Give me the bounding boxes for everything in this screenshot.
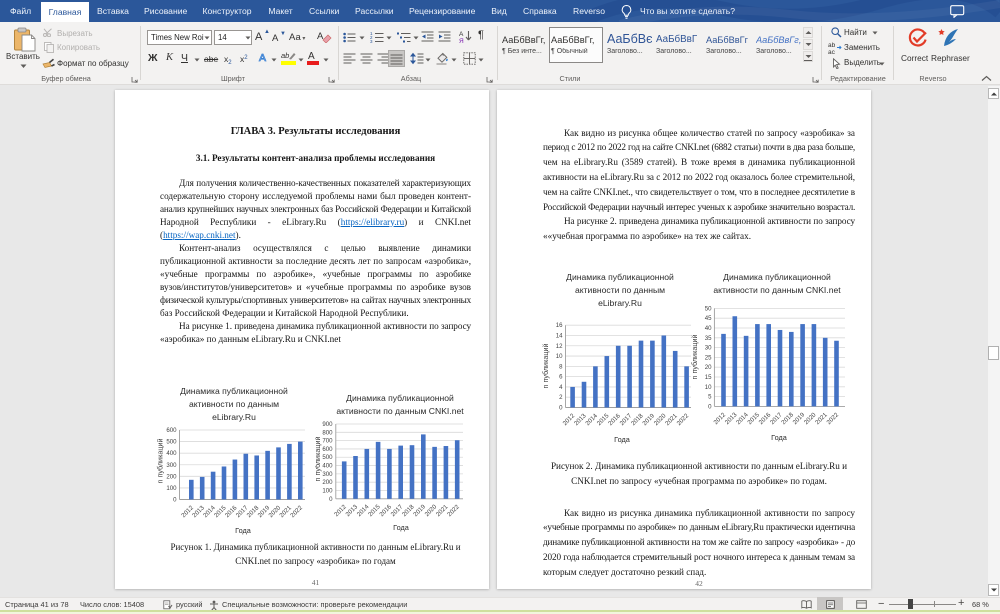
svg-text:Года: Года bbox=[235, 526, 252, 535]
svg-text:2: 2 bbox=[559, 394, 563, 401]
svg-text:eLibrary.Ru: eLibrary.Ru bbox=[212, 412, 256, 422]
svg-text:Динамика публикационной: Динамика публикационной bbox=[180, 386, 288, 396]
svg-text:активности по данным CNKI.net: активности по данным CNKI.net bbox=[336, 406, 464, 416]
svg-text:Года: Года bbox=[771, 433, 788, 442]
svg-text:40: 40 bbox=[705, 325, 712, 332]
svg-text:3: 3 bbox=[370, 39, 373, 43]
svg-text:активности по данным: активности по данным bbox=[189, 399, 279, 409]
svg-text:15: 15 bbox=[705, 374, 712, 381]
svg-text:Динамика публикационной: Динамика публикационной bbox=[566, 272, 674, 282]
svg-text:n публикаций: n публикаций bbox=[690, 334, 699, 379]
svg-text:Года: Года bbox=[393, 523, 410, 532]
svg-text:n публикаций: n публикаций bbox=[156, 438, 165, 483]
svg-text:Года: Года bbox=[614, 435, 631, 444]
svg-text:20: 20 bbox=[705, 364, 712, 371]
svg-text:n публикаций: n публикаций bbox=[315, 436, 322, 481]
svg-text:Динамика публикационной: Динамика публикационной bbox=[723, 272, 831, 282]
svg-text:eLibrary.Ru: eLibrary.Ru bbox=[598, 298, 642, 308]
svg-text:400: 400 bbox=[166, 450, 177, 457]
svg-text:10: 10 bbox=[556, 353, 563, 360]
svg-text:n публикаций: n публикаций bbox=[541, 343, 550, 388]
svg-text:30: 30 bbox=[705, 345, 712, 352]
svg-text:12: 12 bbox=[556, 343, 563, 350]
svg-text:600: 600 bbox=[322, 446, 333, 453]
svg-text:50: 50 bbox=[705, 305, 712, 312]
svg-text:600: 600 bbox=[166, 427, 177, 434]
svg-text:200: 200 bbox=[166, 473, 177, 480]
svg-text:45: 45 bbox=[705, 315, 712, 322]
svg-text:200: 200 bbox=[322, 479, 333, 486]
svg-text:А: А bbox=[459, 31, 464, 38]
svg-text:2022: 2022 bbox=[446, 503, 461, 518]
svg-text:0: 0 bbox=[708, 403, 712, 410]
svg-text:800: 800 bbox=[322, 429, 333, 436]
svg-text:300: 300 bbox=[166, 462, 177, 469]
svg-text:100: 100 bbox=[322, 487, 333, 494]
svg-text:Я: Я bbox=[459, 38, 464, 43]
svg-text:400: 400 bbox=[322, 463, 333, 470]
svg-text:10: 10 bbox=[705, 384, 712, 391]
svg-text:2022: 2022 bbox=[825, 411, 840, 426]
svg-text:700: 700 bbox=[322, 438, 333, 445]
svg-text:4: 4 bbox=[559, 384, 563, 391]
svg-text:35: 35 bbox=[705, 335, 712, 342]
svg-text:Динамика публикационной: Динамика публикационной bbox=[346, 393, 454, 403]
svg-text:активности по данным CNKI.net: активности по данным CNKI.net bbox=[713, 285, 841, 295]
svg-text:500: 500 bbox=[322, 454, 333, 461]
svg-text:0: 0 bbox=[329, 496, 333, 503]
svg-text:0: 0 bbox=[559, 405, 563, 412]
svg-text:0: 0 bbox=[173, 497, 177, 504]
svg-text:100: 100 bbox=[166, 485, 177, 492]
svg-text:500: 500 bbox=[166, 439, 177, 446]
svg-text:6: 6 bbox=[559, 374, 563, 381]
svg-text:5: 5 bbox=[708, 394, 712, 401]
svg-text:900: 900 bbox=[322, 421, 333, 428]
svg-text:16: 16 bbox=[556, 322, 563, 329]
svg-text:14: 14 bbox=[556, 332, 563, 339]
svg-text:активности по данным: активности по данным bbox=[575, 285, 665, 295]
svg-text:2022: 2022 bbox=[289, 504, 304, 519]
svg-text:300: 300 bbox=[322, 471, 333, 478]
svg-text:8: 8 bbox=[559, 363, 563, 370]
svg-text:25: 25 bbox=[705, 354, 712, 361]
